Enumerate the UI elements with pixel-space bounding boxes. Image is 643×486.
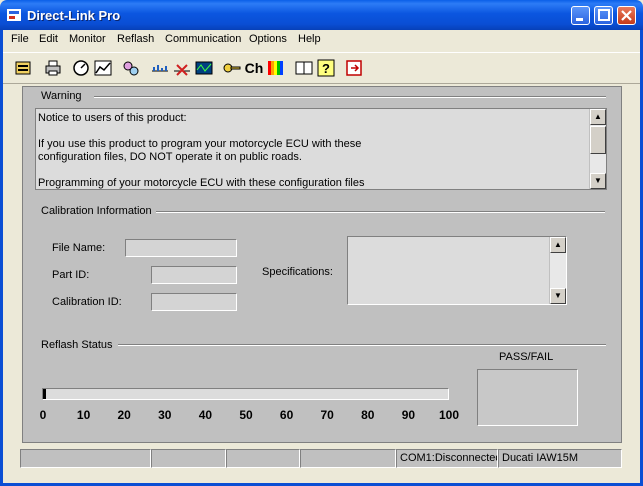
menu-options[interactable]: Options — [249, 33, 287, 45]
status-cell — [226, 449, 300, 468]
scroll-down-icon[interactable]: ▼ — [550, 288, 566, 304]
warning-text: Notice to users of this product: If you … — [38, 112, 588, 189]
gauge-icon[interactable] — [70, 57, 92, 79]
warning-line: If you use this product to program your … — [38, 138, 362, 150]
toolbar: Ch ? — [3, 52, 640, 84]
part-id-label: Part ID: — [52, 269, 90, 281]
menu-edit[interactable]: Edit — [39, 33, 58, 45]
warning-line — [38, 164, 588, 177]
close-button[interactable] — [617, 6, 636, 25]
open-file-icon[interactable] — [12, 57, 34, 79]
specifications-textbox[interactable]: ▲ ▼ — [347, 236, 567, 305]
file-name-label: File Name: — [52, 242, 106, 254]
status-bar: COM1:Disconnected Ducati IAW15M — [20, 449, 622, 468]
map-edit-icon[interactable] — [171, 57, 193, 79]
calibration-map-icon[interactable] — [149, 57, 171, 79]
warning-line: Notice to users of this product: — [38, 112, 187, 124]
calibration-divider — [156, 211, 605, 213]
pass-fail-indicator — [477, 369, 578, 426]
warning-line — [38, 125, 588, 138]
exit-icon[interactable] — [343, 57, 365, 79]
progress-tick-label: 0 — [39, 408, 47, 422]
menu-communication[interactable]: Communication — [165, 33, 241, 45]
ecu-model-status: Ducati IAW15M — [498, 449, 622, 468]
scroll-up-icon[interactable]: ▲ — [590, 109, 606, 125]
menu-file[interactable]: File — [11, 33, 29, 45]
chart-icon[interactable] — [92, 57, 114, 79]
maximize-icon — [598, 9, 610, 21]
status-cell — [300, 449, 396, 468]
warning-line: configuration files, DO NOT operate it o… — [38, 151, 302, 163]
menu-bar: File Edit Monitor Reflash Communication … — [3, 30, 640, 50]
reflash-group-label: Reflash Status — [41, 339, 117, 351]
gears-icon[interactable] — [120, 57, 142, 79]
specifications-scrollbar[interactable]: ▲ ▼ — [549, 237, 566, 304]
window-title: Direct-Link Pro — [27, 8, 121, 23]
color-bars-icon[interactable] — [265, 57, 287, 79]
minimize-icon — [576, 18, 583, 21]
calibration-id-label: Calibration ID: — [52, 296, 122, 308]
progress-tick-label: 20 — [117, 408, 131, 422]
progress-tick-label: 100 — [438, 408, 460, 422]
specifications-label: Specifications: — [262, 266, 333, 278]
reflash-divider — [118, 344, 606, 346]
part-id-field[interactable] — [151, 266, 237, 284]
progress-fill — [43, 389, 46, 399]
scroll-up-icon[interactable]: ▲ — [550, 237, 566, 253]
app-icon — [7, 9, 21, 21]
scope-icon[interactable] — [193, 57, 215, 79]
title-bar[interactable]: Direct-Link Pro — [0, 0, 643, 30]
calibration-id-field[interactable] — [151, 293, 237, 311]
progress-tick-label: 80 — [361, 408, 375, 422]
warning-divider — [94, 96, 606, 98]
status-cell — [151, 449, 226, 468]
progress-tick-label: 10 — [76, 408, 91, 422]
calibration-group-label: Calibration Information — [41, 205, 156, 217]
scroll-thumb[interactable] — [590, 126, 606, 154]
progress-tick-label: 50 — [239, 408, 253, 422]
progress-tick-label: 90 — [401, 408, 416, 422]
progress-tick-label: 70 — [320, 408, 334, 422]
file-name-field[interactable] — [125, 239, 237, 257]
progress-tick-label: 40 — [198, 408, 213, 422]
book-icon[interactable] — [293, 57, 315, 79]
menu-monitor[interactable]: Monitor — [69, 33, 106, 45]
menu-reflash[interactable]: Reflash — [117, 33, 154, 45]
warning-line: Programming of your motorcycle ECU with … — [38, 177, 365, 189]
warning-textbox[interactable]: Notice to users of this product: If you … — [35, 108, 607, 190]
print-icon[interactable] — [42, 57, 64, 79]
close-icon — [621, 10, 632, 21]
svg-text:?: ? — [322, 61, 330, 76]
pass-fail-label: PASS/FAIL — [499, 351, 554, 363]
connection-status: COM1:Disconnected — [396, 449, 498, 468]
progress-tick-label: 30 — [158, 408, 172, 422]
minimize-button[interactable] — [571, 6, 590, 25]
warning-scrollbar[interactable]: ▲ ▼ — [589, 109, 606, 189]
reflash-progress-bar — [42, 388, 449, 400]
warning-group-label: Warning — [41, 90, 86, 102]
key-icon[interactable] — [221, 57, 243, 79]
help-icon[interactable]: ? — [315, 57, 337, 79]
progress-tick-label: 60 — [279, 408, 294, 422]
menu-help[interactable]: Help — [298, 33, 321, 45]
scroll-down-icon[interactable]: ▼ — [590, 173, 606, 189]
ch-text-icon[interactable]: Ch — [243, 57, 265, 79]
maximize-button[interactable] — [594, 6, 613, 25]
status-cell — [20, 449, 151, 468]
